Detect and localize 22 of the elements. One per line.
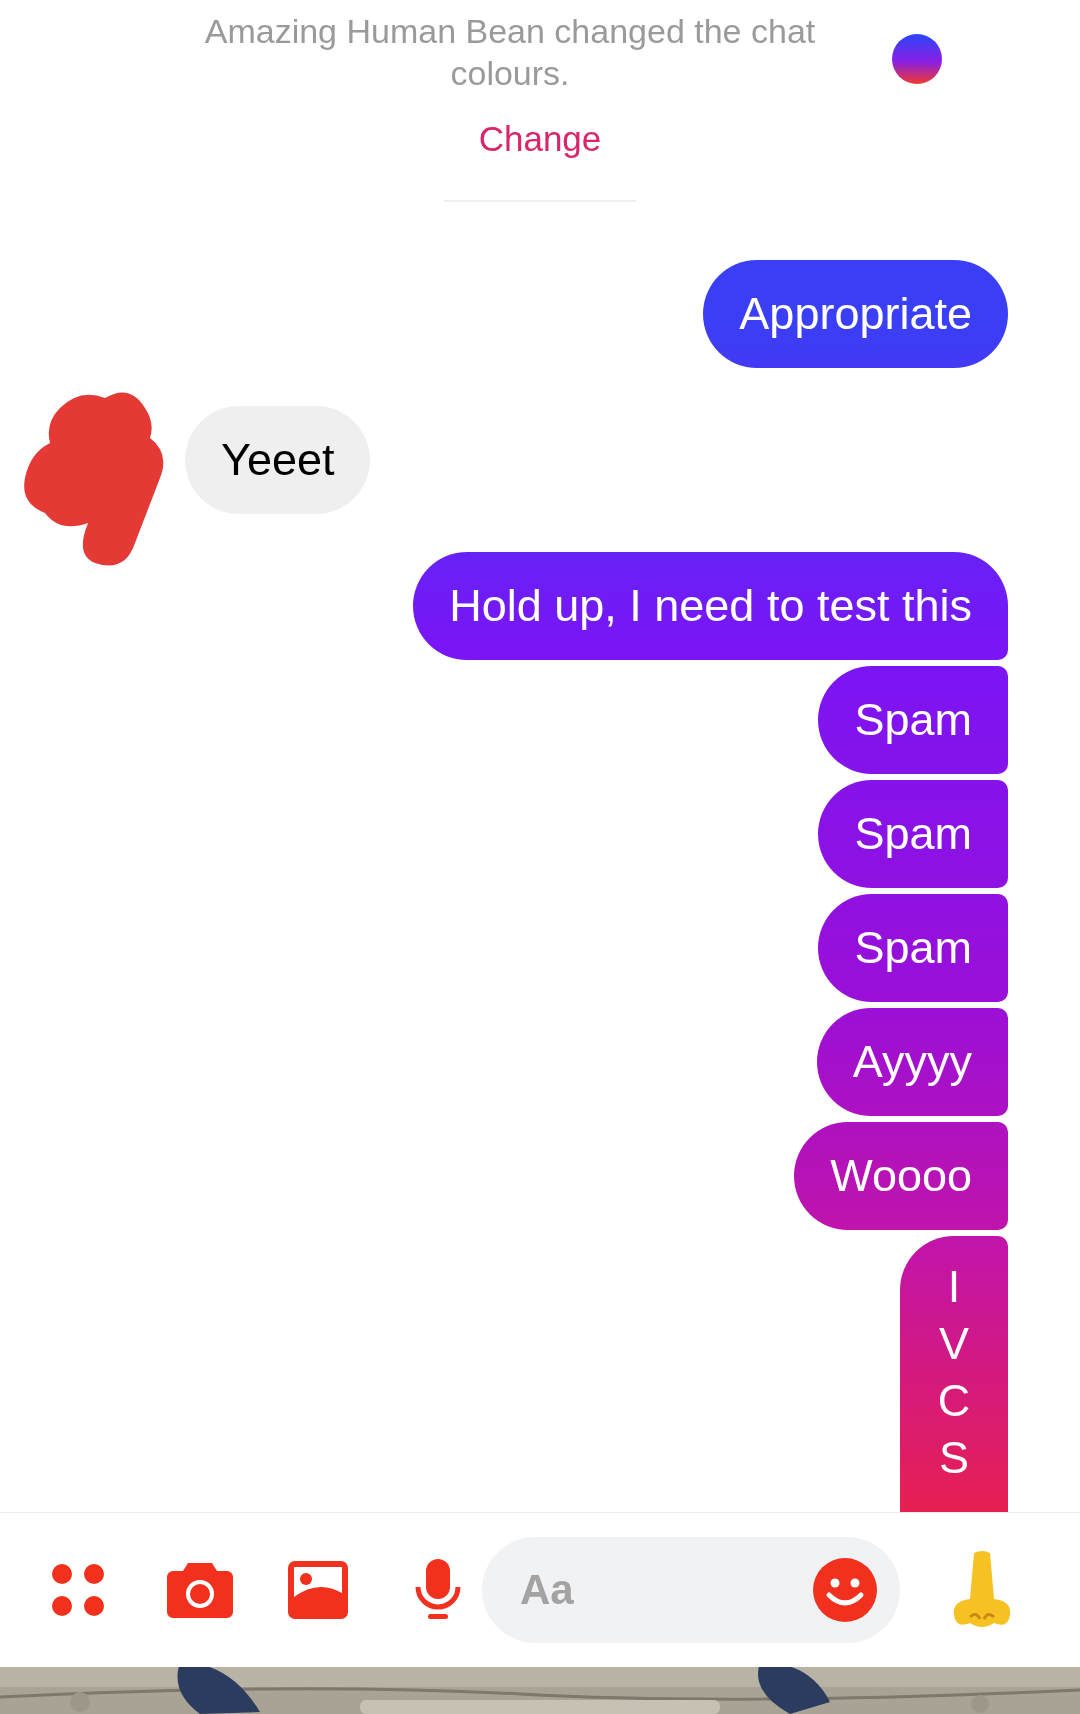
color-swatch-icon <box>892 34 942 84</box>
emoji-icon[interactable] <box>812 1557 878 1623</box>
message-text: S <box>939 1431 969 1485</box>
apps-icon[interactable] <box>50 1562 106 1618</box>
message-text: I <box>947 1260 961 1314</box>
message-bubble: Spam <box>818 666 1008 774</box>
image-icon[interactable] <box>288 1561 348 1619</box>
message-bubble: Appropriate <box>703 260 1008 368</box>
message-bubble: Spam <box>818 894 1008 1002</box>
change-link[interactable]: Change <box>478 118 602 160</box>
notice-text: Amazing Human Bean changed the chat colours. <box>203 11 817 94</box>
message-bubble: Spam <box>818 780 1008 888</box>
message-bubble: Woooo <box>794 1122 1008 1230</box>
message-bubble: Yeeet <box>185 406 371 514</box>
message-bubble: Hold up, I need to test this <box>413 552 1008 660</box>
camera-icon[interactable] <box>166 1561 234 1619</box>
composer-field[interactable]: Aa <box>482 1537 900 1643</box>
message-input-field[interactable]: Aa <box>518 1565 812 1615</box>
microphone-icon[interactable] <box>414 1559 462 1621</box>
message-text: V <box>939 1317 969 1371</box>
message-text: C <box>937 1374 971 1428</box>
message-bubble: Ayyyy <box>816 1008 1008 1116</box>
